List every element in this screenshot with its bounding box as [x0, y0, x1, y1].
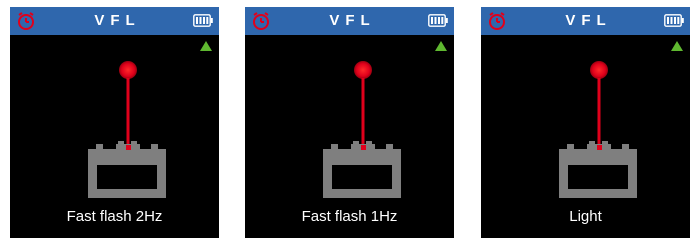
vfl-port-icon	[559, 61, 637, 198]
battery-icon	[193, 14, 213, 27]
vfl-screen-fast-flash-2hz: VFL Fast flash 2Hz	[10, 7, 219, 238]
signal-icon	[435, 41, 447, 51]
title-bar: VFL	[10, 7, 219, 35]
vfl-screens: VFL Fast flash 2Hz VFL Fast flash 1Hz VF…	[0, 0, 691, 242]
mode-label: Fast flash 2Hz	[66, 208, 163, 225]
title-bar: VFL	[481, 7, 690, 35]
title-bar: VFL	[245, 7, 454, 35]
screen-title: VFL	[329, 12, 376, 29]
screen-title: VFL	[94, 12, 141, 29]
battery-icon	[428, 14, 448, 27]
vfl-screen-fast-flash-1hz: VFL Fast flash 1Hz	[245, 7, 454, 238]
vfl-port-icon	[323, 61, 401, 198]
signal-icon	[200, 41, 212, 51]
mode-label: Light	[569, 208, 602, 225]
screen-title: VFL	[565, 12, 612, 29]
signal-icon	[671, 41, 683, 51]
vfl-port-icon	[88, 61, 166, 198]
battery-icon	[664, 14, 684, 27]
mode-label: Fast flash 1Hz	[301, 208, 398, 225]
vfl-screen-light: VFL Light	[481, 7, 690, 238]
